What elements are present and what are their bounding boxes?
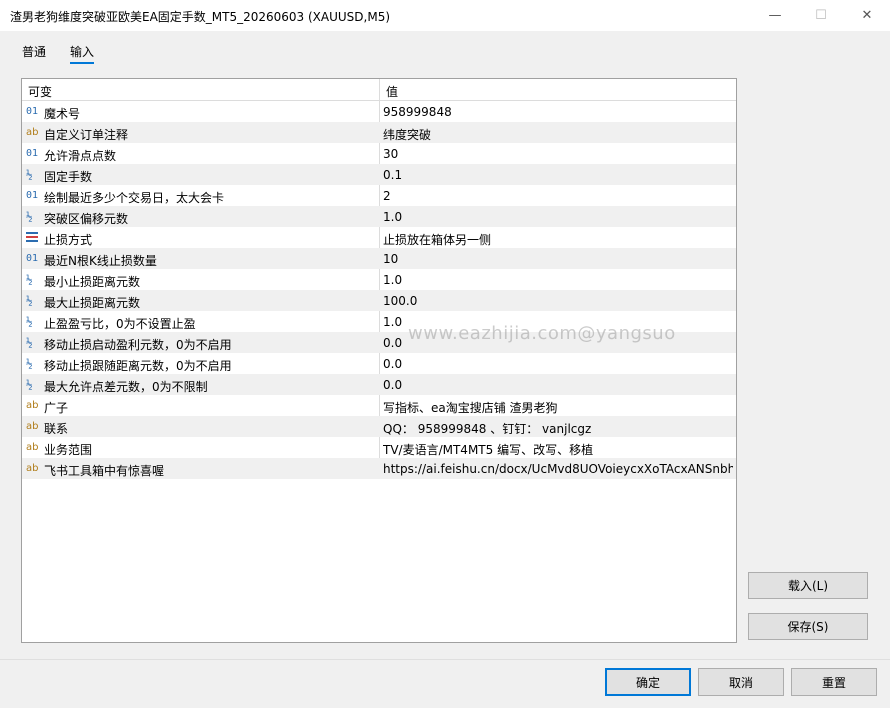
param-name: 止损方式 [44,233,93,247]
table-row[interactable]: ½ 固定手数 0.1 [22,164,736,185]
param-value[interactable]: 2 [383,189,733,203]
param-name: 业务范围 [44,443,93,457]
int-type-icon: 01 [26,106,39,117]
double-type-icon: ½ [26,357,33,370]
table-row[interactable]: ½ 最小止损距离元数 1.0 [22,269,736,290]
enum-icon [26,232,38,242]
param-name: 允许滑点点数 [44,149,117,163]
param-value[interactable]: 10 [383,252,733,266]
param-name: 自定义订单注释 [44,128,129,142]
int-type-icon: 01 [26,148,39,159]
param-name: 最小止损距离元数 [44,275,141,289]
double-type-icon: ½ [26,336,33,349]
table-row[interactable]: ab 广子 写指标、ea淘宝搜店铺 渣男老狗 [22,395,736,416]
param-name: 固定手数 [44,170,93,184]
inputs-grid: 可变 值 01 魔术号 958999848 ab 自定义订单注释 纬度突破 01 允许滑点点数… [21,78,737,643]
param-value[interactable]: 0.1 [383,168,733,182]
param-name: 最大允许点差元数，0为不限制 [44,380,208,394]
table-row[interactable]: ab 飞书工具箱中有惊喜喔 https://ai.feishu.cn/docx/Uc… [22,458,736,479]
param-value[interactable]: TV/麦语言/MT4MT5 编写、改写、移植 [383,441,733,458]
table-row[interactable]: 止损方式 止损放在箱体另一侧 [22,227,736,248]
param-value[interactable]: 958999848 [383,105,733,119]
tab-general[interactable]: 普通 [22,43,46,60]
table-row[interactable]: ½ 最大止损距离元数 100.0 [22,290,736,311]
table-row[interactable]: ab 业务范围 TV/麦语言/MT4MT5 编写、改写、移植 [22,437,736,458]
param-name: 魔术号 [44,107,81,121]
watermark: www.eazhijia.com@yangsuo [408,323,676,344]
tab-bar: 普通 输入 [0,31,890,67]
load-button[interactable]: 载入(L) [748,572,868,599]
param-name: 移动止损跟随距离元数，0为不启用 [44,359,232,373]
param-value[interactable]: 1.0 [383,210,733,224]
param-name: 止盈盈亏比，0为不设置止盈 [44,317,196,331]
double-type-icon: ½ [26,273,33,286]
param-value[interactable]: 0.0 [383,378,733,392]
param-value[interactable]: https://ai.feishu.cn/docx/UcMvd8UOVoieyc… [383,462,733,476]
param-value[interactable]: 0.0 [383,357,733,371]
minimize-button[interactable]: — [752,0,798,31]
param-value[interactable]: 写指标、ea淘宝搜店铺 渣男老狗 [383,399,733,416]
string-type-icon: ab [26,127,39,138]
double-type-icon: ½ [26,315,33,328]
table-row[interactable]: 01 最近N根K线止损数量 10 [22,248,736,269]
param-value[interactable]: 1.0 [383,273,733,287]
table-row[interactable]: 01 绘制最近多少个交易日，太大会卡 2 [22,185,736,206]
save-button[interactable]: 保存(S) [748,613,868,640]
param-name: 最大止损距离元数 [44,296,141,310]
param-value[interactable]: 纬度突破 [383,126,733,143]
string-type-icon: ab [26,421,39,432]
param-name: 联系 [44,422,69,436]
string-type-icon: ab [26,400,39,411]
param-name: 突破区偏移元数 [44,212,129,226]
ok-button[interactable]: 确定 [605,668,691,696]
param-name: 广子 [44,401,69,415]
string-type-icon: ab [26,463,39,474]
double-type-icon: ½ [26,378,33,391]
double-type-icon: ½ [26,294,33,307]
param-value[interactable]: 30 [383,147,733,161]
int-type-icon: 01 [26,190,39,201]
maximize-button[interactable]: ☐ [798,0,844,31]
param-name: 绘制最近多少个交易日，太大会卡 [44,191,225,205]
reset-button[interactable]: 重置 [791,668,877,696]
int-type-icon: 01 [26,253,39,264]
table-row[interactable]: 01 魔术号 958999848 [22,101,736,122]
param-value[interactable]: 100.0 [383,294,733,308]
double-type-icon: ½ [26,210,33,223]
header-variable[interactable]: 可变 [28,83,52,100]
param-name: 移动止损启动盈利元数，0为不启用 [44,338,232,352]
header-value[interactable]: 值 [386,83,398,100]
param-value[interactable]: QQ： 958999848 、钉钉： vanjlcgz [383,420,733,437]
table-row[interactable]: ab 自定义订单注释 纬度突破 [22,122,736,143]
table-row[interactable]: 01 允许滑点点数 30 [22,143,736,164]
table-row[interactable]: ½ 最大允许点差元数，0为不限制 0.0 [22,374,736,395]
cancel-button[interactable]: 取消 [698,668,784,696]
string-type-icon: ab [26,442,39,453]
double-type-icon: ½ [26,168,33,181]
table-row[interactable]: ½ 移动止损跟随距离元数，0为不启用 0.0 [22,353,736,374]
title-bar: 渣男老狗维度突破亚欧美EA固定手数_MT5_20260603 (XAUUSD,M… [0,0,890,31]
param-name: 飞书工具箱中有惊喜喔 [44,464,165,478]
param-name: 最近N根K线止损数量 [44,254,157,268]
window-title: 渣男老狗维度突破亚欧美EA固定手数_MT5_20260603 (XAUUSD,M… [10,10,391,24]
close-button[interactable]: ✕ [844,0,890,31]
tab-inputs[interactable]: 输入 [70,43,95,64]
param-value[interactable]: 止损放在箱体另一侧 [383,231,733,248]
table-row[interactable]: ab 联系 QQ： 958999848 、钉钉： vanjlcgz [22,416,736,437]
table-row[interactable]: ½ 突破区偏移元数 1.0 [22,206,736,227]
